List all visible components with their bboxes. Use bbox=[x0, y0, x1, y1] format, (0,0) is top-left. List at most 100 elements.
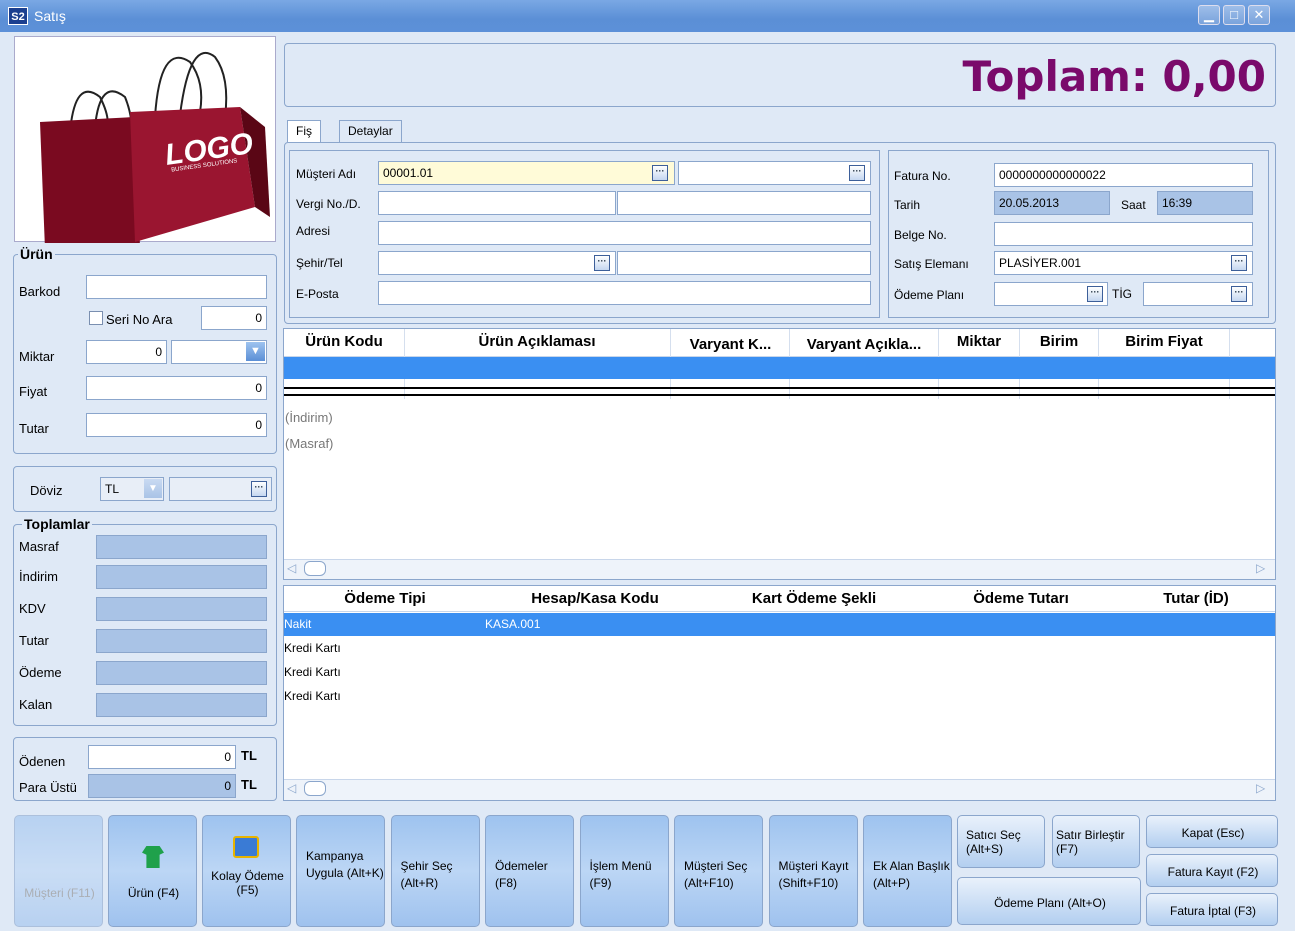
payment-row[interactable]: Kredi Kartı bbox=[284, 661, 1275, 684]
barcode-input[interactable] bbox=[86, 275, 267, 299]
city-select-button[interactable]: Şehir Seç (Alt+R) bbox=[390, 815, 480, 927]
address-input[interactable] bbox=[378, 221, 871, 245]
payments-button[interactable]: Ödemeler (F8) bbox=[485, 815, 574, 927]
doc-no-label: Belge No. bbox=[894, 228, 947, 242]
minimize-icon[interactable]: ▁ bbox=[1198, 5, 1220, 25]
currency-label: Döviz bbox=[30, 483, 63, 498]
items-selected-row[interactable] bbox=[284, 357, 1275, 379]
totals-value bbox=[96, 629, 267, 653]
payments-button-label: Ödemeler (F8) bbox=[495, 859, 548, 890]
payments-column-header[interactable]: Hesap/Kasa Kodu bbox=[487, 590, 703, 607]
maximize-icon[interactable]: □ bbox=[1223, 5, 1245, 25]
items-divider bbox=[284, 394, 1275, 396]
totals-label: Tutar bbox=[19, 633, 49, 648]
chevron-down-icon[interactable]: ▼ bbox=[246, 342, 265, 361]
items-column-header[interactable]: Birim bbox=[1020, 333, 1098, 350]
payments-scrollbar[interactable] bbox=[284, 779, 1275, 800]
close-icon[interactable]: ✕ bbox=[1248, 5, 1270, 25]
expense-row[interactable]: (Masraf) bbox=[285, 436, 333, 451]
totals-value bbox=[96, 565, 267, 589]
time-input[interactable]: 16:39 bbox=[1157, 191, 1253, 215]
tax-no-input[interactable] bbox=[378, 191, 616, 215]
serial-no-input[interactable]: 0 bbox=[201, 306, 267, 330]
serial-search-checkbox[interactable] bbox=[89, 311, 103, 325]
price-label: Fiyat bbox=[19, 384, 48, 399]
scroll-left-icon[interactable]: ◁ bbox=[287, 781, 296, 795]
items-column-header[interactable]: Varyant Açıkla... bbox=[790, 336, 938, 353]
invoice-no-input[interactable]: 0000000000000022 bbox=[994, 163, 1253, 187]
totals-group-title: Toplamlar bbox=[22, 516, 92, 532]
shirt-icon bbox=[142, 846, 164, 868]
action-menu-button[interactable]: İşlem Menü (F9) bbox=[579, 815, 669, 927]
payments-column-header[interactable]: Ödeme Tipi bbox=[284, 590, 486, 607]
scroll-left-icon[interactable]: ◁ bbox=[287, 561, 296, 575]
date-input[interactable]: 20.05.2013 bbox=[994, 191, 1110, 215]
scroll-thumb[interactable] bbox=[304, 561, 326, 576]
extra-field-button[interactable]: Ek Alan Başlık (Alt+P) bbox=[863, 815, 952, 927]
ellipsis-icon[interactable]: ··· bbox=[251, 481, 267, 497]
customer-select-button[interactable]: Müşteri Seç (Alt+F10) bbox=[674, 815, 763, 927]
phone-input[interactable] bbox=[617, 251, 871, 275]
brand-image: LOGO BUSINESS SOLUTIONS bbox=[14, 36, 276, 249]
app-logo-icon: S2 bbox=[8, 7, 28, 25]
quantity-input[interactable]: 0 bbox=[86, 340, 167, 364]
ellipsis-icon[interactable]: ··· bbox=[1231, 255, 1247, 271]
email-input[interactable] bbox=[378, 281, 871, 305]
items-column-header[interactable]: Miktar bbox=[939, 333, 1019, 350]
paid-input[interactable]: 0 bbox=[88, 745, 236, 769]
window-title: Satış bbox=[34, 8, 66, 24]
items-scrollbar[interactable] bbox=[284, 559, 1275, 579]
amount-label: Tutar bbox=[19, 421, 49, 436]
city-select-button-label: Şehir Seç (Alt+R) bbox=[400, 859, 453, 890]
scroll-right-icon[interactable]: ▷ bbox=[1256, 561, 1265, 575]
close-button[interactable]: Kapat (Esc) bbox=[1146, 815, 1278, 848]
ellipsis-icon[interactable]: ··· bbox=[594, 255, 610, 271]
address-label: Adresi bbox=[296, 224, 331, 238]
ellipsis-icon[interactable]: ··· bbox=[849, 165, 865, 181]
total-amount: Toplam: 0,00 bbox=[962, 52, 1266, 101]
payment-row[interactable]: Kredi Kartı bbox=[284, 685, 1275, 708]
doc-no-input[interactable] bbox=[994, 222, 1253, 246]
amount-input[interactable]: 0 bbox=[86, 413, 267, 437]
save-invoice-button[interactable]: Fatura Kayıt (F2) bbox=[1146, 854, 1278, 887]
ellipsis-icon[interactable]: ··· bbox=[1231, 286, 1247, 302]
chevron-down-icon[interactable]: ▼ bbox=[144, 479, 162, 498]
change-unit: TL bbox=[241, 777, 257, 792]
payment-account: KASA.001 bbox=[485, 617, 541, 631]
totals-label: Ödeme bbox=[19, 665, 62, 680]
discount-row[interactable]: (İndirim) bbox=[285, 410, 333, 425]
merge-lines-button[interactable]: Satır Birleştir (F7) bbox=[1052, 815, 1140, 868]
payment-plan-label: Ödeme Planı bbox=[894, 288, 965, 302]
items-column-header[interactable]: Birim Fiyat bbox=[1099, 333, 1229, 350]
price-input[interactable]: 0 bbox=[86, 376, 267, 400]
customer-name-label: Müşteri Adı bbox=[296, 167, 357, 181]
email-label: E-Posta bbox=[296, 287, 339, 301]
payment-row[interactable]: Nakit KASA.001 bbox=[284, 613, 1275, 636]
tab-fis[interactable]: Fiş bbox=[287, 120, 321, 142]
payments-column-header[interactable]: Tutar (İD) bbox=[1118, 590, 1274, 607]
scroll-right-icon[interactable]: ▷ bbox=[1256, 781, 1265, 795]
payment-row[interactable]: Kredi Kartı bbox=[284, 637, 1275, 660]
cancel-invoice-button[interactable]: Fatura İptal (F3) bbox=[1146, 893, 1278, 926]
sales-rep-input[interactable]: PLASİYER.001 bbox=[994, 251, 1253, 275]
city-input[interactable] bbox=[378, 251, 616, 275]
payments-column-header[interactable]: Kart Ödeme Şekli bbox=[704, 590, 924, 607]
ellipsis-icon[interactable]: ··· bbox=[652, 165, 668, 181]
customer-save-button[interactable]: Müşteri Kayıt (Shift+F10) bbox=[768, 815, 858, 927]
ellipsis-icon[interactable]: ··· bbox=[1087, 286, 1103, 302]
customer-code-input[interactable]: 00001.01 bbox=[378, 161, 675, 185]
product-button[interactable]: Ürün (F4) bbox=[108, 815, 197, 927]
items-column-header[interactable]: Ürün Açıklaması bbox=[404, 333, 670, 350]
easy-pay-button[interactable]: Kolay Ödeme (F5) bbox=[202, 815, 291, 927]
seller-select-button[interactable]: Satıcı Seç (Alt+S) bbox=[957, 815, 1045, 868]
customer-button[interactable]: Müşteri (F11) bbox=[14, 815, 103, 927]
customer-name-input[interactable] bbox=[678, 161, 871, 185]
campaign-button[interactable]: Kampanya Uygula (Alt+K) bbox=[296, 815, 385, 927]
payment-plan-button[interactable]: Ödeme Planı (Alt+O) bbox=[957, 877, 1141, 925]
tab-detaylar[interactable]: Detaylar bbox=[339, 120, 402, 142]
items-column-header[interactable]: Varyant K... bbox=[672, 336, 789, 353]
tax-office-input[interactable] bbox=[617, 191, 871, 215]
payments-column-header[interactable]: Ödeme Tutarı bbox=[925, 590, 1117, 607]
scroll-thumb[interactable] bbox=[304, 781, 326, 796]
items-column-header[interactable]: Ürün Kodu bbox=[284, 333, 404, 350]
